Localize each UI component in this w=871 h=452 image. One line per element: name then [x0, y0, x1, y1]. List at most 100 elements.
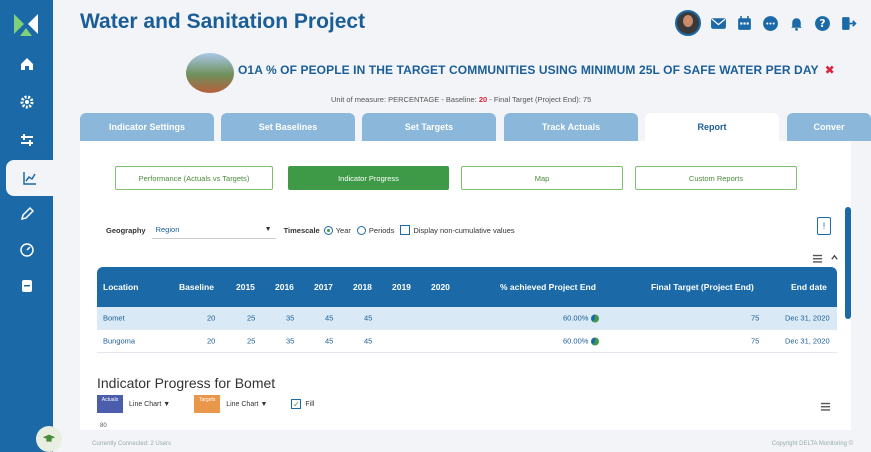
scrollbar[interactable] — [845, 207, 851, 319]
cell-location: Bungoma — [103, 336, 136, 346]
map-button[interactable]: Map — [461, 166, 623, 190]
timescale-label: Timescale — [283, 225, 320, 235]
cell-baseline: 20 — [207, 313, 216, 323]
achieved-value: 60.00% — [563, 336, 589, 346]
cell-achieved: 60.00% — [563, 336, 600, 346]
periods-radio[interactable]: Periods — [356, 225, 395, 235]
bell-icon[interactable] — [788, 15, 805, 32]
indicator-unit-line: Unit of measure: PERCENTAGE - Baseline: … — [331, 95, 591, 104]
indicator-progress-button[interactable]: Indicator Progress — [288, 166, 449, 190]
sidebar-item-home[interactable] — [0, 46, 53, 82]
chevron-up-icon[interactable] — [830, 253, 839, 262]
fill-label: Fill — [305, 400, 315, 408]
app-logo-icon[interactable] — [10, 10, 42, 42]
chart-menu-icon[interactable] — [820, 401, 831, 412]
tab-track-actuals[interactable]: Track Actuals — [504, 113, 638, 141]
checkbox-empty-icon — [400, 225, 411, 235]
tab-set-targets[interactable]: Set Targets — [362, 113, 496, 141]
geography-value: Region — [155, 225, 180, 234]
close-icon[interactable]: ✖ — [825, 63, 835, 77]
geography-select[interactable]: Region ▼ — [151, 221, 276, 239]
help-icon[interactable]: ? — [814, 15, 831, 32]
cell-final-target: 75 — [751, 336, 760, 346]
targets-chart-type: Line Chart — [226, 400, 259, 408]
col-2019[interactable]: 2019 — [392, 282, 411, 292]
geography-label: Geography — [106, 225, 146, 235]
table-menu-icon[interactable] — [812, 253, 823, 264]
tab-set-baselines[interactable]: Set Baselines — [221, 113, 355, 141]
sidebar-item-dashboard[interactable] — [0, 232, 53, 268]
col-2016[interactable]: 2016 — [275, 282, 294, 292]
checkmark-icon[interactable]: ✓ — [291, 399, 302, 409]
avatar[interactable] — [675, 10, 701, 36]
report-panel: Performance (Actuals vs Targets) Indicat… — [80, 141, 851, 430]
custom-reports-button[interactable]: Custom Reports — [635, 166, 797, 190]
sidebar-item-indicators[interactable] — [0, 122, 53, 158]
chat-icon[interactable] — [762, 15, 779, 32]
col-baseline[interactable]: Baseline — [179, 282, 214, 292]
cell-final-target: 75 — [751, 313, 760, 323]
tab-indicator-settings[interactable]: Indicator Settings — [80, 113, 214, 141]
radio-empty-icon — [356, 225, 366, 235]
copyright: Copyright DELTA Monitoring © — [771, 441, 853, 447]
cell-baseline: 20 — [207, 336, 216, 346]
indicator-title-text: O1A % OF PEOPLE IN THE TARGET COMMUNITIE… — [238, 63, 819, 77]
baseline-value: 20 — [478, 95, 488, 104]
noncumulative-checkbox[interactable]: Display non-cumulative values — [400, 225, 515, 235]
app-root: Water and Sanitation Project ? O1A % OF … — [0, 0, 871, 452]
targets-chart-type-select[interactable]: Line Chart ▼ — [226, 401, 267, 408]
table-header: Location Baseline 2015 2016 2017 2018 20… — [97, 267, 837, 307]
col-2017[interactable]: 2017 — [314, 282, 333, 292]
page-title: Water and Sanitation Project — [80, 10, 366, 33]
dropdown-caret-icon: ▼ — [264, 226, 272, 233]
unit-prefix: Unit of measure: PERCENTAGE - Baseline: — [331, 95, 479, 104]
cell-2015: 25 — [247, 336, 256, 346]
col-2020[interactable]: 2020 — [431, 282, 450, 292]
sidebar-item-edit[interactable] — [0, 196, 53, 232]
periods-label: Periods — [368, 225, 395, 235]
actuals-chart-type-select[interactable]: Line Chart ▼ — [129, 401, 170, 408]
pencil-icon — [20, 206, 34, 221]
col-2018[interactable]: 2018 — [353, 282, 372, 292]
col-final-target[interactable]: Final Target (Project End) — [651, 282, 754, 292]
info-button[interactable]: ! — [817, 217, 831, 235]
col-2015[interactable]: 2015 — [236, 282, 255, 292]
mail-icon[interactable] — [710, 15, 727, 32]
connected-users: Currently Connected: 2 Users — [92, 441, 172, 447]
year-label: Year — [335, 225, 351, 235]
calendar-icon[interactable] — [736, 15, 753, 32]
performance-button[interactable]: Performance (Actuals vs Targets) — [115, 166, 273, 190]
cell-2015: 25 — [247, 313, 256, 323]
document-icon — [21, 280, 32, 292]
cell-end-date: Dec 31, 2020 — [785, 313, 830, 323]
cell-end-date: Dec 31, 2020 — [785, 336, 830, 346]
col-location[interactable]: Location — [103, 282, 138, 292]
tab-report[interactable]: Report — [645, 113, 779, 141]
filter-row: Geography Region ▼ Timescale Year Period… — [106, 221, 521, 239]
col-achieved[interactable]: % achieved Project End — [500, 282, 596, 292]
col-end-date[interactable]: End date — [791, 282, 827, 292]
table-row[interactable]: Bomet 20 25 35 45 45 60.00% 75 Dec 31, 2… — [97, 307, 837, 330]
line-chart-icon — [22, 172, 36, 185]
table-row[interactable]: Bungoma 20 25 35 45 45 60.00% 75 Dec 31,… — [97, 330, 837, 353]
year-radio[interactable]: Year — [323, 225, 351, 235]
home-icon — [20, 58, 33, 70]
gear-icon — [20, 95, 33, 109]
noncumulative-label: Display non-cumulative values — [413, 225, 515, 235]
tab-conver[interactable]: Conver — [787, 113, 871, 141]
cell-2016: 35 — [286, 336, 295, 346]
cell-2017: 45 — [325, 313, 334, 323]
graduation-cap-icon[interactable] — [36, 426, 62, 452]
radio-selected-icon — [323, 225, 333, 235]
gauge-icon — [19, 243, 34, 257]
sidebar-item-documents[interactable] — [0, 268, 53, 304]
dropdown-caret-icon: ▼ — [163, 400, 171, 408]
targets-swatch[interactable]: Targets — [194, 395, 221, 413]
chart-y-tick: 80 — [100, 423, 107, 429]
sidebar-item-reports[interactable] — [6, 160, 53, 196]
actuals-swatch[interactable]: Actuals — [97, 395, 123, 413]
logout-icon[interactable] — [840, 15, 857, 32]
sidebar-item-settings[interactable] — [0, 84, 53, 120]
sidebar — [0, 0, 62, 452]
progress-pie-icon — [591, 337, 600, 346]
